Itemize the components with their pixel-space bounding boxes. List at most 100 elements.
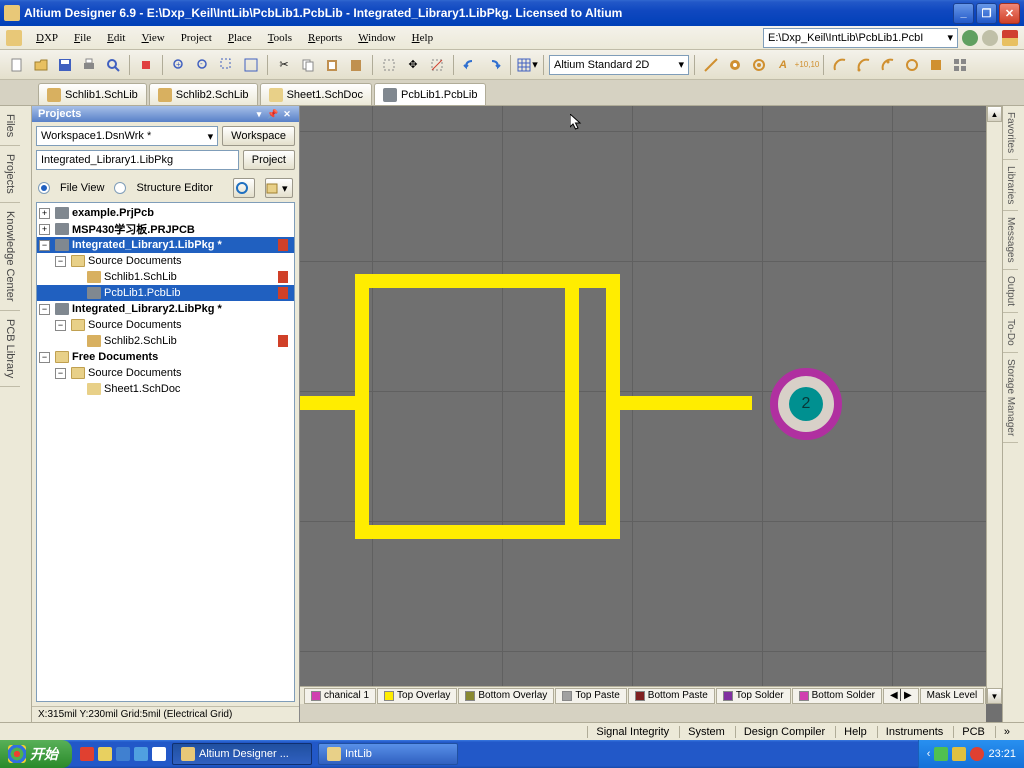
- tab-schlib2[interactable]: Schlib2.SchLib: [149, 83, 258, 105]
- tree-expander[interactable]: −: [39, 304, 50, 315]
- footer-tab-system[interactable]: System: [679, 726, 733, 738]
- panel-options-button[interactable]: ▾: [265, 178, 293, 198]
- tree-expander[interactable]: −: [39, 352, 50, 363]
- workspace-button[interactable]: Workspace: [222, 126, 295, 146]
- tab-pcblib1[interactable]: PcbLib1.PcbLib: [374, 83, 486, 105]
- tree-row[interactable]: −Integrated_Library1.LibPkg *: [37, 237, 294, 253]
- tree-row[interactable]: +example.PrjPcb: [37, 205, 294, 221]
- deselect-button[interactable]: [426, 54, 448, 76]
- tree-row[interactable]: Schlib1.SchLib: [37, 269, 294, 285]
- place-array-button[interactable]: [949, 54, 971, 76]
- tree-row[interactable]: Schlib2.SchLib: [37, 333, 294, 349]
- taskbar-item-intlib[interactable]: IntLib: [318, 743, 458, 765]
- side-tab-files[interactable]: Files: [0, 106, 20, 146]
- clock[interactable]: 23:21: [988, 748, 1016, 760]
- panel-close-icon[interactable]: ✕: [281, 108, 293, 120]
- place-arc-center-button[interactable]: [829, 54, 851, 76]
- close-button[interactable]: ✕: [999, 3, 1020, 24]
- side-tab-knowledge[interactable]: Knowledge Center: [0, 203, 20, 311]
- layer-tab-top-solder[interactable]: Top Solder: [716, 688, 791, 704]
- minimize-button[interactable]: _: [953, 3, 974, 24]
- side-tab-pcblib[interactable]: PCB Library: [0, 311, 20, 387]
- zoom-out-button[interactable]: -: [192, 54, 214, 76]
- menu-place[interactable]: Place: [220, 30, 260, 46]
- taskbar-item-altium[interactable]: Altium Designer ...: [172, 743, 312, 765]
- tree-expander[interactable]: +: [39, 224, 50, 235]
- tree-row[interactable]: +MSP430学习板.PRJPCB: [37, 221, 294, 237]
- menu-reports[interactable]: Reports: [300, 30, 350, 46]
- cut-button[interactable]: ✂: [273, 54, 295, 76]
- layer-tab-bottom-solder[interactable]: Bottom Solder: [792, 688, 882, 704]
- menu-view[interactable]: View: [134, 30, 173, 46]
- copy-button[interactable]: [297, 54, 319, 76]
- menu-help[interactable]: Help: [404, 30, 441, 46]
- radio-file-view[interactable]: [38, 182, 50, 194]
- layer-tab-mechanical[interactable]: chanical 1: [304, 688, 376, 704]
- tree-expander[interactable]: +: [39, 208, 50, 219]
- tree-row[interactable]: PcbLib1.PcbLib: [37, 285, 294, 301]
- radio-structure[interactable]: [114, 182, 126, 194]
- footer-tab-signal[interactable]: Signal Integrity: [587, 726, 677, 738]
- save-button[interactable]: [54, 54, 76, 76]
- tree-expander[interactable]: −: [55, 320, 66, 331]
- quick-launch-icon[interactable]: [98, 747, 112, 761]
- panel-pin-icon[interactable]: 📌: [267, 108, 279, 120]
- tree-expander[interactable]: −: [55, 256, 66, 267]
- tray-icon[interactable]: [952, 747, 966, 761]
- side-tab-favorites[interactable]: Favorites: [1003, 106, 1018, 160]
- move-button[interactable]: ✥: [402, 54, 424, 76]
- footer-tab-help[interactable]: Help: [835, 726, 875, 738]
- layer-tab-bottom-paste[interactable]: Bottom Paste: [628, 688, 715, 704]
- panel-dropdown-icon[interactable]: ▾: [253, 108, 265, 120]
- pad-2[interactable]: 2: [770, 368, 842, 440]
- layer-tab-bottom-overlay[interactable]: Bottom Overlay: [458, 688, 554, 704]
- quick-launch-icon[interactable]: [80, 747, 94, 761]
- layer-tab-top-paste[interactable]: Top Paste: [555, 688, 626, 704]
- scroll-down-button[interactable]: ▼: [987, 688, 1002, 704]
- project-button[interactable]: Project: [243, 150, 295, 170]
- path-combo[interactable]: E:\Dxp_Keil\IntLib\PcbLib1.PcbI▾: [763, 28, 958, 48]
- place-via-button[interactable]: [748, 54, 770, 76]
- tree-expander[interactable]: −: [39, 240, 50, 251]
- quick-launch-icon[interactable]: [116, 747, 130, 761]
- scroll-up-button[interactable]: ▲: [987, 106, 1002, 122]
- side-tab-projects[interactable]: Projects: [0, 146, 20, 203]
- footer-tab-instruments[interactable]: Instruments: [877, 726, 951, 738]
- project-tree[interactable]: +example.PrjPcb+MSP430学习板.PRJPCB−Integra…: [36, 202, 295, 702]
- start-button[interactable]: 开始: [0, 740, 72, 768]
- layer-tab-top-overlay[interactable]: Top Overlay: [377, 688, 457, 704]
- place-pad-button[interactable]: [724, 54, 746, 76]
- side-tab-libraries[interactable]: Libraries: [1003, 160, 1018, 211]
- nav-back-icon[interactable]: [962, 30, 978, 46]
- side-tab-storage[interactable]: Storage Manager: [1003, 353, 1018, 443]
- side-tab-todo[interactable]: To-Do: [1003, 313, 1018, 353]
- workspace-combo[interactable]: Workspace1.DsnWrk *▾: [36, 126, 218, 146]
- vertical-scrollbar[interactable]: ▲ ▼: [986, 106, 1002, 704]
- tree-row[interactable]: −Source Documents: [37, 253, 294, 269]
- preview-button[interactable]: [102, 54, 124, 76]
- mask-level-button[interactable]: Mask Level: [920, 688, 985, 704]
- tree-row[interactable]: −Free Documents: [37, 349, 294, 365]
- place-coord-button[interactable]: +10,10: [796, 54, 818, 76]
- tree-expander[interactable]: −: [55, 368, 66, 379]
- menu-tools[interactable]: Tools: [260, 30, 300, 46]
- component-button[interactable]: [135, 54, 157, 76]
- layer-nav[interactable]: ◀│▶: [883, 688, 919, 704]
- pcb-canvas[interactable]: 2 chanical 1 Top Overlay Bottom Overlay …: [300, 106, 1002, 722]
- select-button[interactable]: [378, 54, 400, 76]
- home-icon[interactable]: [1002, 30, 1018, 46]
- place-string-button[interactable]: A: [772, 54, 794, 76]
- view-mode-combo[interactable]: Altium Standard 2D▾: [549, 55, 689, 75]
- app-menu-icon[interactable]: [6, 30, 22, 46]
- paste-button[interactable]: [321, 54, 343, 76]
- footer-tab-pcb[interactable]: PCB: [953, 726, 993, 738]
- new-button[interactable]: [6, 54, 28, 76]
- redo-button[interactable]: [483, 54, 505, 76]
- tree-row[interactable]: −Integrated_Library2.LibPkg *: [37, 301, 294, 317]
- menu-project[interactable]: Project: [173, 30, 220, 46]
- tab-schlib1[interactable]: Schlib1.SchLib: [38, 83, 147, 105]
- menu-dxp[interactable]: DDXPXP: [28, 30, 66, 46]
- footer-lock-icon[interactable]: »: [995, 726, 1018, 738]
- tab-sheet1[interactable]: Sheet1.SchDoc: [260, 83, 372, 105]
- zoom-area-button[interactable]: [216, 54, 238, 76]
